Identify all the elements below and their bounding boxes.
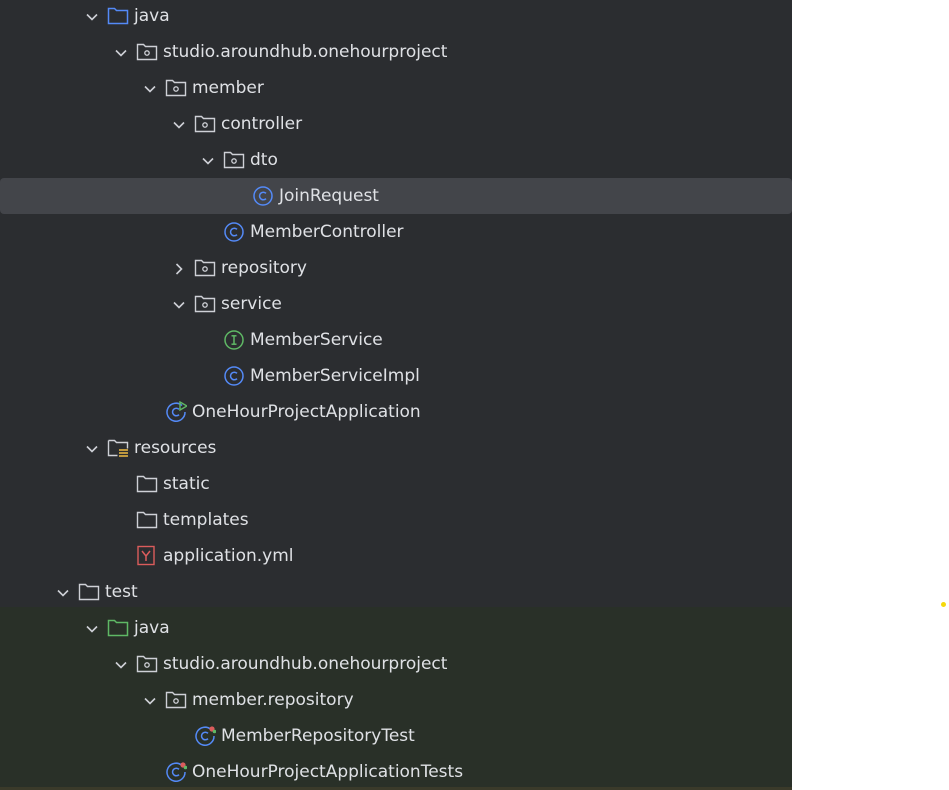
test-class-icon (165, 761, 188, 783)
tree-item-application-yml[interactable]: application.yml (0, 538, 792, 574)
tree-item-label: templates (163, 510, 249, 530)
test-class-icon (194, 725, 217, 747)
tree-item-pkg-member-repository[interactable]: member.repository (0, 682, 792, 718)
tree-item-label: MemberService (250, 330, 383, 350)
package-icon (223, 149, 245, 171)
chevron-down-icon[interactable] (85, 9, 99, 23)
chevron-down-icon[interactable] (143, 81, 157, 95)
tree-item-class-app[interactable]: OneHourProjectApplication (0, 394, 792, 430)
interface-icon (223, 329, 245, 351)
tree-item-label: OneHourProjectApplication (192, 402, 421, 422)
tree-item-label: MemberServiceImpl (250, 366, 420, 386)
tree-item-pkg-repository[interactable]: repository (0, 250, 792, 286)
tree-item-pkg-controller[interactable]: controller (0, 106, 792, 142)
tree-item-label: member.repository (192, 690, 354, 710)
tree-item-label: controller (221, 114, 303, 134)
chevron-down-icon[interactable] (201, 153, 215, 167)
tree-item-resources[interactable]: resources (0, 430, 792, 466)
tree-item-label: test (105, 582, 138, 602)
package-icon (136, 653, 158, 675)
tree-item-java-test[interactable]: java (0, 610, 792, 646)
tree-item-label: service (221, 294, 282, 314)
project-tree: java studio.aroundhub.onehourproject membe… (0, 0, 792, 790)
yaml-file-icon (136, 545, 158, 567)
tree-item-pkg-service[interactable]: service (0, 286, 792, 322)
tree-item-static[interactable]: static (0, 466, 792, 502)
tree-item-pkg-member[interactable]: member (0, 70, 792, 106)
class-icon (223, 221, 245, 243)
tree-item-label: OneHourProjectApplicationTests (192, 762, 464, 782)
folder-icon (78, 581, 100, 603)
package-icon (165, 689, 187, 711)
tree-item-label: studio.aroundhub.onehourproject (163, 42, 448, 62)
tree-item-class-membercontroller[interactable]: MemberController (0, 214, 792, 250)
chevron-down-icon[interactable] (114, 657, 128, 671)
tree-item-label: member (192, 78, 264, 98)
tree-item-iface-memberservice[interactable]: MemberService (0, 322, 792, 358)
tree-item-label: studio.aroundhub.onehourproject (163, 654, 448, 674)
tree-item-label: MemberController (250, 222, 404, 242)
package-icon (136, 41, 158, 63)
package-icon (165, 77, 187, 99)
source-folder-icon (107, 5, 129, 27)
spring-boot-class-icon (165, 400, 189, 423)
package-icon (194, 257, 216, 279)
class-icon (223, 365, 245, 387)
package-icon (194, 113, 216, 135)
folder-icon (136, 473, 158, 495)
tree-item-pkg-main[interactable]: studio.aroundhub.onehourproject (0, 34, 792, 70)
tree-item-label: resources (134, 438, 217, 458)
chevron-down-icon[interactable] (172, 117, 186, 131)
tree-item-label: static (163, 474, 210, 494)
chevron-down-icon[interactable] (143, 693, 157, 707)
tree-item-label: dto (250, 150, 278, 170)
yellow-dot (941, 602, 946, 607)
chevron-down-icon[interactable] (85, 441, 99, 455)
folder-icon (136, 509, 158, 531)
tree-item-templates[interactable]: templates (0, 502, 792, 538)
chevron-down-icon[interactable] (56, 585, 70, 599)
tree-item-class-memberrepositorytest[interactable]: MemberRepositoryTest (0, 718, 792, 754)
class-icon (252, 185, 274, 207)
chevron-down-icon[interactable] (85, 621, 99, 635)
test-source-folder-icon (107, 617, 129, 639)
tree-item-label: java (134, 618, 170, 638)
package-icon (194, 293, 216, 315)
resources-folder-icon (107, 437, 129, 459)
tree-item-label: java (134, 6, 170, 26)
tree-item-label: repository (221, 258, 307, 278)
tree-item-label: application.yml (163, 546, 294, 566)
tree-item-java-main[interactable]: java (0, 0, 792, 34)
tree-item-pkg-test[interactable]: studio.aroundhub.onehourproject (0, 646, 792, 682)
tree-item-label: MemberRepositoryTest (221, 726, 415, 746)
tree-item-test[interactable]: test (0, 574, 792, 610)
chevron-right-icon[interactable] (172, 261, 186, 275)
tree-item-class-joinrequest[interactable]: JoinRequest (0, 178, 792, 214)
tree-item-pkg-dto[interactable]: dto (0, 142, 792, 178)
tree-item-class-apptests[interactable]: OneHourProjectApplicationTests (0, 754, 792, 790)
tree-item-class-memberserviceimpl[interactable]: MemberServiceImpl (0, 358, 792, 394)
tree-item-label: JoinRequest (279, 186, 379, 206)
chevron-down-icon[interactable] (172, 297, 186, 311)
chevron-down-icon[interactable] (114, 45, 128, 59)
